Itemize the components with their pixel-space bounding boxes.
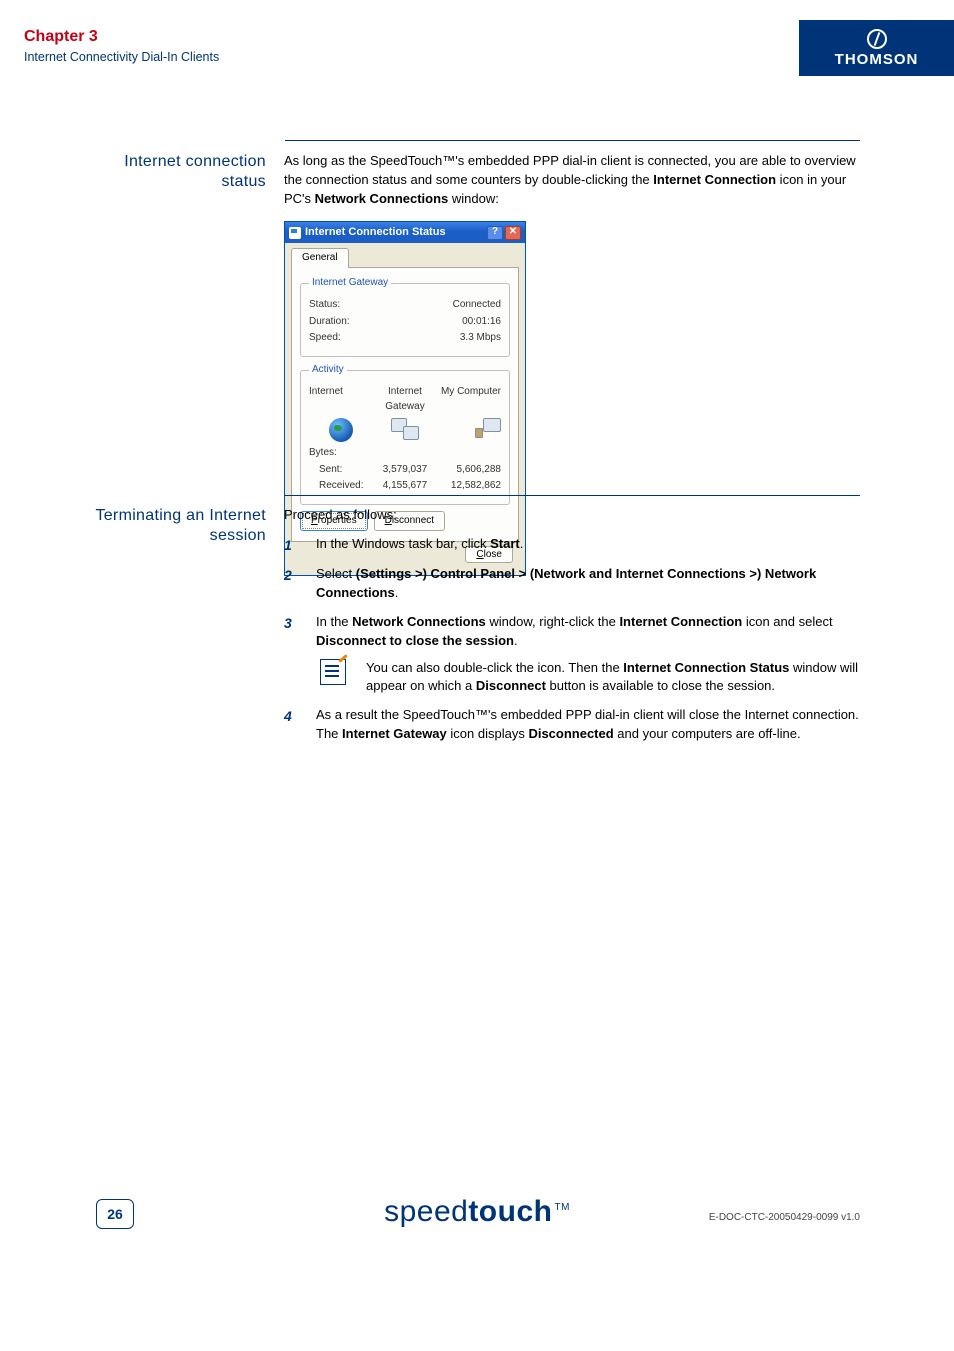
list-text: Select (Settings >) Control Panel > (Net… bbox=[316, 565, 860, 603]
list-number: 3 bbox=[284, 613, 316, 696]
ordered-list: 1 In the Windows task bar, click Start. … bbox=[284, 535, 860, 744]
brand-block: THOMSON bbox=[799, 20, 954, 76]
computer-icon bbox=[479, 418, 501, 438]
chapter-subtitle: Internet Connectivity Dial-In Clients bbox=[24, 50, 219, 64]
divider bbox=[285, 495, 860, 496]
intro-text: Proceed as follows: bbox=[284, 506, 860, 525]
list-text: As a result the SpeedTouch™'s embedded P… bbox=[316, 706, 860, 744]
list-item: 4 As a result the SpeedTouch™'s embedded… bbox=[284, 706, 860, 744]
note-row: You can also double-click the icon. Then… bbox=[316, 659, 860, 697]
tab-panel: Internet Gateway Status: Connected Durati… bbox=[291, 267, 519, 543]
status-label: Status: bbox=[309, 298, 340, 313]
duration-value: 00:01:16 bbox=[462, 315, 501, 330]
section-terminating-session: Terminating an Internet session Proceed … bbox=[24, 506, 860, 754]
sent-label: Sent: bbox=[309, 463, 372, 478]
col-internet: Internet bbox=[309, 385, 372, 414]
note-text: You can also double-click the icon. Then… bbox=[366, 659, 860, 697]
section-label: Terminating an Internet session bbox=[24, 506, 284, 754]
close-button[interactable]: ✕ bbox=[505, 226, 521, 240]
dialog-title-text: Internet Connection Status bbox=[305, 225, 487, 241]
chapter-heading: Chapter 3 Internet Connectivity Dial-In … bbox=[24, 28, 219, 64]
section-body: Proceed as follows: 1 In the Windows tas… bbox=[284, 506, 860, 754]
sent-gateway: 3,579,037 bbox=[373, 463, 436, 478]
list-item: 2 Select (Settings >) Control Panel > (N… bbox=[284, 565, 860, 603]
brand-name: THOMSON bbox=[835, 51, 919, 68]
group-legend: Internet Gateway bbox=[309, 276, 391, 291]
group-activity: Activity Internet Internet Gateway My Co… bbox=[300, 363, 510, 505]
sent-row: Sent: 3,579,037 5,606,288 bbox=[309, 463, 501, 478]
col-mycomputer: My Computer bbox=[438, 385, 501, 414]
activity-icons bbox=[309, 416, 501, 442]
gateway-icon bbox=[391, 418, 419, 440]
list-number: 2 bbox=[284, 565, 316, 603]
dialog-titlebar: Internet Connection Status ? ✕ bbox=[285, 222, 525, 244]
list-text: In the Windows task bar, click Start. bbox=[316, 535, 860, 555]
list-item: 3 In the Network Connections window, rig… bbox=[284, 613, 860, 696]
duration-label: Duration: bbox=[309, 315, 350, 330]
speed-value: 3.3 Mbps bbox=[460, 331, 501, 346]
list-number: 4 bbox=[284, 706, 316, 744]
page-number: 26 bbox=[96, 1199, 134, 1229]
received-row: Received: 4,155,677 12,582,862 bbox=[309, 479, 501, 494]
received-label: Received: bbox=[309, 479, 372, 494]
col-gateway: Internet Gateway bbox=[373, 385, 436, 414]
tab-general[interactable]: General bbox=[291, 248, 349, 268]
dialog-icon bbox=[289, 227, 301, 239]
list-number: 1 bbox=[284, 535, 316, 555]
status-value: Connected bbox=[453, 298, 501, 313]
globe-icon bbox=[329, 418, 353, 442]
speedtouch-logo: speedtouchTM bbox=[384, 1195, 570, 1229]
help-button[interactable]: ? bbox=[487, 226, 503, 240]
received-gateway: 4,155,677 bbox=[373, 479, 436, 494]
speed-label: Speed: bbox=[309, 331, 341, 346]
intro-paragraph: As long as the SpeedTouch™'s embedded PP… bbox=[284, 152, 860, 209]
list-item: 1 In the Windows task bar, click Start. bbox=[284, 535, 860, 555]
note-icon bbox=[320, 659, 346, 685]
bytes-label: Bytes: bbox=[309, 446, 337, 461]
thomson-logo-icon bbox=[867, 29, 887, 49]
received-mycomputer: 12,582,862 bbox=[438, 479, 501, 494]
doc-id: E-DOC-CTC-20050429-0099 v1.0 bbox=[709, 1212, 860, 1223]
sent-mycomputer: 5,606,288 bbox=[438, 463, 501, 478]
list-text: In the Network Connections window, right… bbox=[316, 613, 860, 696]
chapter-title: Chapter 3 bbox=[24, 28, 219, 46]
activity-headers: Internet Internet Gateway My Computer bbox=[309, 385, 501, 414]
group-internet-gateway: Internet Gateway Status: Connected Durati… bbox=[300, 276, 510, 357]
divider bbox=[285, 140, 860, 141]
group-legend: Activity bbox=[309, 363, 347, 378]
